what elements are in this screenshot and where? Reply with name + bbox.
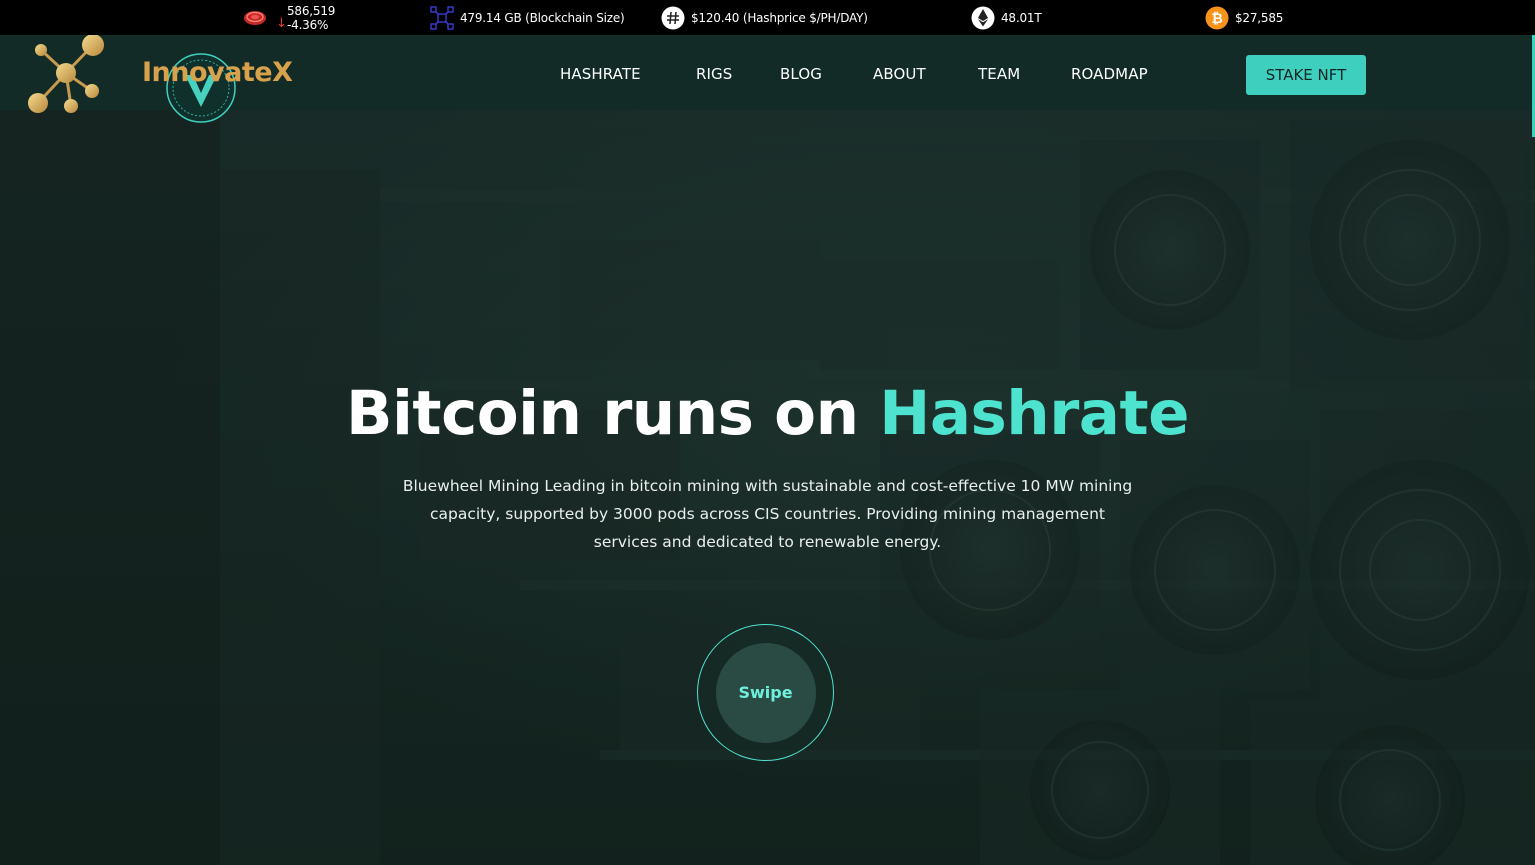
ethereum-icon [971,6,995,30]
nav-hashrate[interactable]: HASHRATE [560,65,641,83]
nav-about[interactable]: ABOUT [873,65,926,83]
blockchain-network-icon [430,5,454,30]
supply-value: 586,519 [287,3,336,18]
swipe-label: Swipe [715,642,816,743]
hero-title: Bitcoin runs on Hashrate [0,378,1535,449]
ticker-ethereum: 48.01T [971,0,1042,35]
ticker-hashprice: $120.40 (Hashprice $/PH/DAY) [661,0,868,35]
nav-blog[interactable]: BLOG [780,65,822,83]
ethereum-text: 48.01T [1001,10,1042,25]
hero-title-accent: Hashrate [879,378,1189,449]
arrow-down-icon: ↓ [276,16,287,31]
ticker-supply: ↓ 586,519 -4.36% [243,0,335,35]
blockchain-size-text: 479.14 GB (Blockchain Size) [460,10,625,25]
site-logo[interactable]: InnovateX [25,34,293,130]
svg-text:₿: ₿ [1211,11,1222,27]
stake-nft-button[interactable]: STAKE NFT [1246,55,1366,95]
bitcoin-icon: ₿ [1205,6,1229,30]
hero-section: Bitcoin runs on Hashrate Bluewheel Minin… [0,110,1535,865]
hash-icon [661,6,685,30]
nav-rigs[interactable]: RIGS [696,65,732,83]
ticker-blockchain-size: 479.14 GB (Blockchain Size) [430,0,625,35]
bitcoin-price-text: $27,585 [1235,10,1284,25]
site-header: InnovateX HASHRATE RIGS BLOG ABOUT TEAM … [0,34,1535,123]
red-coin-icon [243,6,267,30]
ticker-bitcoin: ₿ $27,585 [1205,0,1283,35]
nav-team[interactable]: TEAM [978,65,1020,83]
nav-roadmap[interactable]: ROADMAP [1071,65,1148,83]
logo-text: InnovateX [142,57,293,88]
hashprice-text: $120.40 (Hashprice $/PH/DAY) [691,10,868,25]
supply-change: -4.36% [287,17,329,32]
ticker-bar: ↓ 586,519 -4.36% 479.14 GB (Blockchain S… [0,0,1535,35]
hero-title-start: Bitcoin runs on [346,378,880,449]
hero-description: Bluewheel Mining Leading in bitcoin mini… [402,477,1133,551]
swipe-button[interactable]: Swipe [697,624,834,761]
